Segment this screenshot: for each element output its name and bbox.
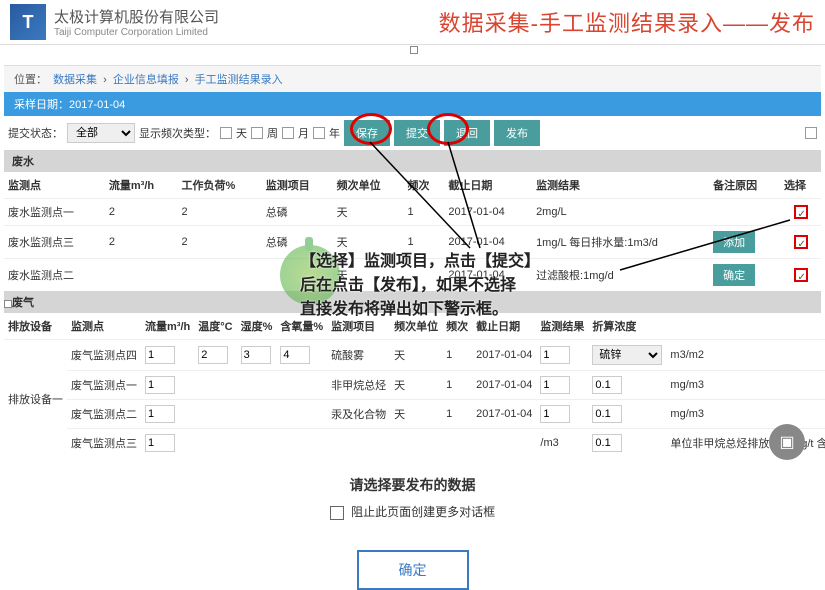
crumb-link[interactable]: 企业信息填报 (113, 74, 179, 86)
ok-button[interactable]: 确定 (357, 550, 469, 590)
page-title: 数据采集-手工监测结果录入——发布 (439, 6, 815, 38)
dialog-suppress: 阻止此页面创建更多对话框 (0, 503, 825, 520)
extra-checkbox[interactable] (805, 127, 817, 139)
company-name-en: Taiji Computer Corporation Limited (54, 27, 219, 38)
resize-handle-icon[interactable] (410, 46, 418, 54)
crumb-link[interactable]: 手工监测结果录入 (195, 74, 283, 86)
freq-year-checkbox[interactable] (313, 127, 325, 139)
suppress-checkbox[interactable] (330, 506, 344, 520)
crumb-link[interactable]: 数据采集 (53, 74, 97, 86)
flow-input[interactable] (145, 346, 175, 364)
submit-button[interactable]: 提交 (394, 120, 440, 146)
table-row: 废气监测点三 /m3 单位非甲烷总烃排放量: 1 kg/t 含氧量: 1 % (4, 429, 825, 458)
conc-input[interactable] (592, 434, 622, 452)
company-block: 太极计算机股份有限公司 Taiji Computer Corporation L… (54, 6, 219, 38)
freq-week-checkbox[interactable] (251, 127, 263, 139)
oxy-input[interactable] (280, 346, 310, 364)
flow-input[interactable] (145, 405, 175, 423)
table-row: 废水监测点三22总磷天12017-01-041mg/L 每日排水量:1m3/d … (4, 226, 821, 259)
row-select-checkbox[interactable]: ✓ (794, 235, 808, 249)
freq-month-checkbox[interactable] (282, 127, 294, 139)
result-input[interactable] (540, 376, 570, 394)
table-row: 废气监测点二 汞及化合物天12017-01-04 mg/m3 (4, 400, 825, 429)
flow-input[interactable] (145, 376, 175, 394)
table-row: 排放设备一 废气监测点四 硫酸雾天12017-01-04 硫锌 m3/m2 (4, 340, 825, 371)
dialog-title: 请选择要发布的数据 (0, 475, 825, 495)
water-section-header: 废水 (4, 150, 821, 172)
image-fab-icon[interactable]: ▣ (769, 424, 805, 460)
resize-handle-icon[interactable] (4, 300, 12, 308)
gas-table: 排放设备监测点流量m³/h温度°C湿度%含氧量%监测项目频次单位频次截止日期监测… (4, 313, 825, 457)
water-table: 监测点 流量m³/h 工作负荷% 监测项目 频次单位 频次 截止日期 监测结果 … (4, 172, 821, 291)
extra-select[interactable]: 硫锌 (592, 345, 662, 365)
add-button[interactable]: 添加 (713, 231, 755, 253)
save-button[interactable]: 保存 (344, 120, 390, 146)
freq-day-checkbox[interactable] (220, 127, 232, 139)
status-select[interactable]: 全部 (67, 123, 135, 143)
company-name-cn: 太极计算机股份有限公司 (54, 6, 219, 27)
breadcrumb: 位置： 数据采集 › 企业信息填报 › 手工监测结果录入 (4, 65, 821, 92)
confirm-button[interactable]: 确定 (713, 264, 755, 286)
sample-date-bar: 采样日期：2017-01-04 (4, 92, 821, 116)
table-row: 废水监测点二天2017-01-04过滤酸根:1mg/d 确定 ✓ (4, 259, 821, 292)
table-row: 废水监测点一22总磷天12017-01-042mg/L ✓ (4, 199, 821, 226)
result-input[interactable] (540, 346, 570, 364)
table-row: 废气监测点一 非甲烷总烃天12017-01-04 mg/m3 (4, 371, 825, 400)
result-input[interactable] (540, 405, 570, 423)
freq-label: 显示频次类型： (139, 125, 216, 141)
conc-input[interactable] (592, 405, 622, 423)
back-button[interactable]: 退回 (444, 120, 490, 146)
conc-input[interactable] (592, 376, 622, 394)
humid-input[interactable] (241, 346, 271, 364)
toolbar: 提交状态： 全部 显示频次类型： 天 周 月 年 保存 提交 退回 发布 (0, 116, 825, 150)
publish-button[interactable]: 发布 (494, 120, 540, 146)
flow-input[interactable] (145, 434, 175, 452)
app-header: T 太极计算机股份有限公司 Taiji Computer Corporation… (0, 0, 825, 45)
logo-icon: T (10, 4, 46, 40)
row-select-checkbox[interactable]: ✓ (794, 268, 808, 282)
gas-section-header: 废气 (4, 291, 821, 313)
status-label: 提交状态： (8, 125, 63, 141)
row-select-checkbox[interactable]: ✓ (794, 205, 808, 219)
temp-input[interactable] (198, 346, 228, 364)
